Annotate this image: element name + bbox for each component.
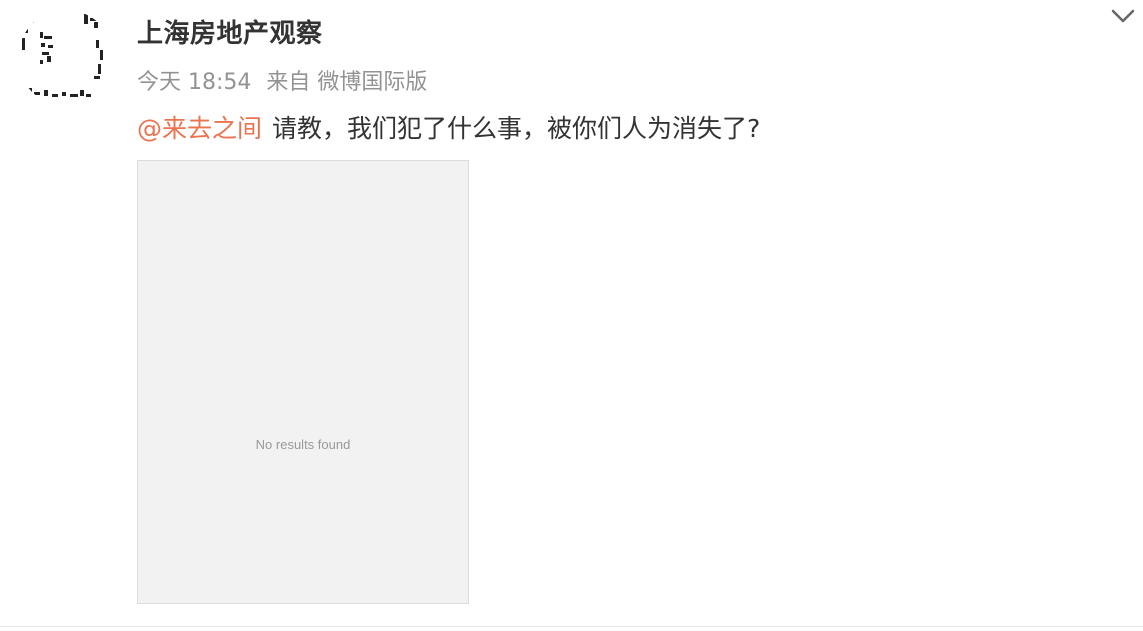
post-timestamp[interactable]: 今天 18:54 <box>137 70 251 95</box>
post-source: 来自 微博国际版 <box>266 70 428 95</box>
avatar-image <box>18 10 114 106</box>
post-menu-button[interactable] <box>1109 4 1137 28</box>
author-name[interactable]: 上海房地产观察 <box>137 16 323 52</box>
post-text-body: 请教，我们犯了什么事，被你们人为消失了? <box>272 114 761 143</box>
mention-link[interactable]: @来去之间 <box>137 114 262 143</box>
divider <box>0 626 1143 627</box>
weibo-post-card: 上海房地产观察 今天 18:54 来自 微博国际版 @来去之间 请教，我们犯了什么… <box>0 0 1143 631</box>
chevron-down-icon <box>1111 9 1135 23</box>
image-placeholder-text: No results found <box>255 437 351 452</box>
post-content: @来去之间 请教，我们犯了什么事，被你们人为消失了? <box>137 110 760 148</box>
avatar[interactable] <box>18 10 114 106</box>
post-meta: 今天 18:54 来自 微博国际版 <box>137 66 427 100</box>
post-image-placeholder[interactable]: No results found <box>137 160 469 604</box>
